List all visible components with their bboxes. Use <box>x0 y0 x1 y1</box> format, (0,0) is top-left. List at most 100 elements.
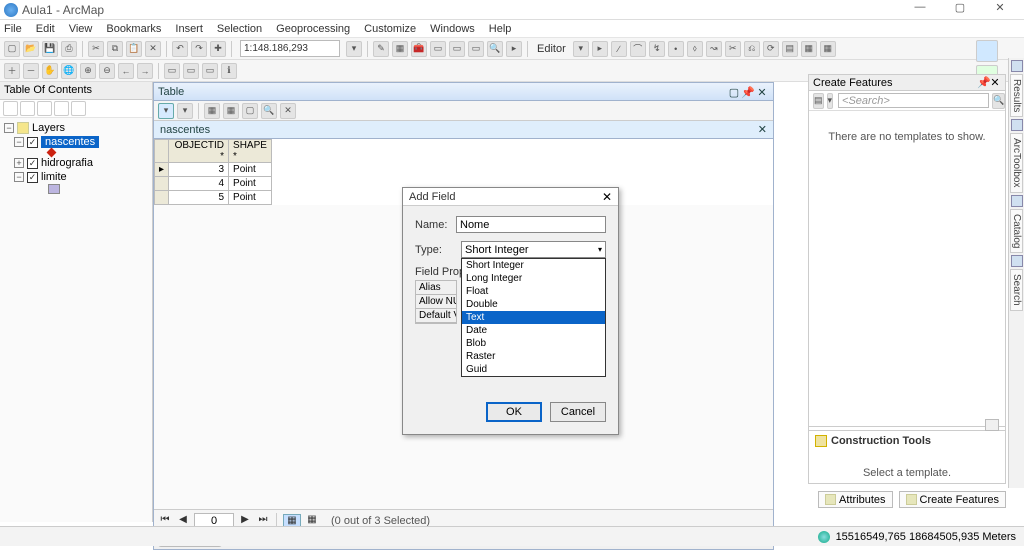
select-features-icon[interactable]: ▭ <box>164 63 180 79</box>
layer-limite[interactable]: − limite <box>14 170 148 184</box>
type-option[interactable]: Raster <box>462 350 605 363</box>
search-icon[interactable]: 🔍 <box>487 41 503 57</box>
clear-selection-icon[interactable]: ▢ <box>242 103 258 119</box>
related-tables-icon[interactable]: ▾ <box>177 103 193 119</box>
row-header[interactable] <box>155 191 169 205</box>
template-search-input[interactable] <box>838 93 989 108</box>
table-row[interactable]: 5 Point <box>155 191 272 205</box>
new-template-icon[interactable]: ▤ <box>813 93 824 109</box>
window-close-icon[interactable]: ✕ <box>755 86 769 98</box>
arc-segment-icon[interactable]: ⌒ <box>630 41 646 57</box>
cut-icon[interactable]: ✂ <box>88 41 104 57</box>
maximize-button[interactable]: ▢ <box>940 1 980 19</box>
paste-icon[interactable]: 📋 <box>126 41 142 57</box>
add-data-icon[interactable]: ✚ <box>210 41 226 57</box>
full-extent-icon[interactable]: 🌐 <box>61 63 77 79</box>
scale-input[interactable] <box>240 40 340 57</box>
zoom-selected-icon[interactable]: 🔍 <box>261 103 277 119</box>
redo-icon[interactable]: ↷ <box>191 41 207 57</box>
pin-icon[interactable]: 📌 <box>977 76 989 89</box>
type-option[interactable]: Guid <box>462 363 605 376</box>
editor-dropdown-icon[interactable]: ▾ <box>573 41 589 57</box>
scale-dropdown-icon[interactable]: ▾ <box>346 41 362 57</box>
pan-icon[interactable]: ✋ <box>42 63 58 79</box>
list-by-drawing-icon[interactable] <box>3 101 18 116</box>
layer-nascentes[interactable]: − nascentes <box>14 135 148 149</box>
catalog-icon[interactable] <box>1011 195 1023 207</box>
attributes-icon[interactable]: ▤ <box>782 41 798 57</box>
list-by-visibility-icon[interactable] <box>37 101 52 116</box>
edit-vertices-icon[interactable]: ⬨ <box>687 41 703 57</box>
cell-shape[interactable]: Point <box>229 163 272 177</box>
menu-view[interactable]: View <box>69 23 93 35</box>
type-option[interactable]: Text <box>462 311 605 324</box>
results-tab[interactable]: Results <box>1010 74 1023 117</box>
checkbox[interactable] <box>27 172 38 183</box>
type-option[interactable]: Long Integer <box>462 272 605 285</box>
menu-windows[interactable]: Windows <box>430 23 475 35</box>
cut-polygons-icon[interactable]: ✂ <box>725 41 741 57</box>
sketch-props-icon[interactable]: ▦ <box>801 41 817 57</box>
switch-selection-icon[interactable]: ▦ <box>223 103 239 119</box>
create-features-tab[interactable]: Create Features <box>899 491 1006 508</box>
table-titlebar[interactable]: Table ▢ 📌 ✕ <box>154 83 773 101</box>
type-option[interactable]: Short Integer <box>462 259 605 272</box>
print-icon[interactable]: ⎙ <box>61 41 77 57</box>
menu-selection[interactable]: Selection <box>217 23 262 35</box>
resize-handle-icon[interactable] <box>985 419 999 431</box>
field-prop-row[interactable]: Default Value <box>416 309 456 323</box>
col-objectid[interactable]: OBJECTID * <box>169 140 229 163</box>
create-features-icon[interactable]: ▦ <box>820 41 836 57</box>
ok-button[interactable]: OK <box>486 402 542 422</box>
type-select[interactable]: Short Integer ▾ Short Integer Long Integ… <box>461 241 606 258</box>
expand-icon[interactable]: + <box>14 158 24 168</box>
cell-shape[interactable]: Point <box>229 177 272 191</box>
forward-icon[interactable]: → <box>137 63 153 79</box>
split-tool-icon[interactable]: ⎌ <box>744 41 760 57</box>
menu-file[interactable]: File <box>4 23 22 35</box>
checkbox[interactable] <box>27 137 38 148</box>
edit-tool-icon[interactable]: ▸ <box>592 41 608 57</box>
zoom-in-icon[interactable]: ＋ <box>4 63 20 79</box>
attributes-tab[interactable]: Attributes <box>818 491 892 508</box>
select-by-attributes-icon[interactable]: ▦ <box>204 103 220 119</box>
type-option[interactable]: Double <box>462 298 605 311</box>
open-icon[interactable]: 📂 <box>23 41 39 57</box>
collapse-icon[interactable]: − <box>4 123 14 133</box>
cell-oid[interactable]: 4 <box>169 177 229 191</box>
search-icon[interactable] <box>1011 255 1023 267</box>
filter-icon[interactable]: ▾ <box>827 93 834 109</box>
name-input[interactable] <box>456 216 606 233</box>
menu-edit[interactable]: Edit <box>36 23 55 35</box>
python-icon[interactable]: ▭ <box>430 41 446 57</box>
results-icon[interactable] <box>1011 60 1023 72</box>
rotate-icon[interactable]: ⟳ <box>763 41 779 57</box>
point-icon[interactable]: • <box>668 41 684 57</box>
field-prop-row[interactable]: Allow NULL <box>416 295 456 309</box>
row-indicator-icon[interactable]: ▸ <box>155 163 169 177</box>
search-go-icon[interactable]: 🔍 <box>992 93 1005 109</box>
list-by-selection-icon[interactable] <box>54 101 69 116</box>
menu-help[interactable]: Help <box>489 23 512 35</box>
window-dock-icon[interactable]: ▢ <box>727 86 741 98</box>
new-icon[interactable]: ▢ <box>4 41 20 57</box>
arctoolbox-icon[interactable] <box>1011 119 1023 131</box>
menu-geoprocessing[interactable]: Geoprocessing <box>276 23 350 35</box>
layer-hidrografia[interactable]: + hidrografia <box>14 156 148 170</box>
search-tab[interactable]: Search <box>1010 269 1023 311</box>
dialog-close-icon[interactable]: ✕ <box>602 190 612 204</box>
catalog-tab[interactable]: Catalog <box>1010 209 1023 253</box>
menu-customize[interactable]: Customize <box>364 23 416 35</box>
cell-oid[interactable]: 3 <box>169 163 229 177</box>
window-pin-icon[interactable]: 📌 <box>741 86 755 98</box>
cancel-button[interactable]: Cancel <box>550 402 606 422</box>
col-shape[interactable]: SHAPE * <box>229 140 272 163</box>
dialog-titlebar[interactable]: Add Field ✕ <box>403 188 618 206</box>
collapse-icon[interactable]: − <box>14 172 24 182</box>
editor-toggle-icon[interactable]: ✎ <box>373 41 389 57</box>
field-prop-row[interactable]: Alias <box>416 281 456 295</box>
type-option[interactable]: Float <box>462 285 605 298</box>
toc-root[interactable]: − Layers <box>4 121 148 135</box>
select-elements-icon[interactable]: ▭ <box>202 63 218 79</box>
menu-insert[interactable]: Insert <box>175 23 203 35</box>
